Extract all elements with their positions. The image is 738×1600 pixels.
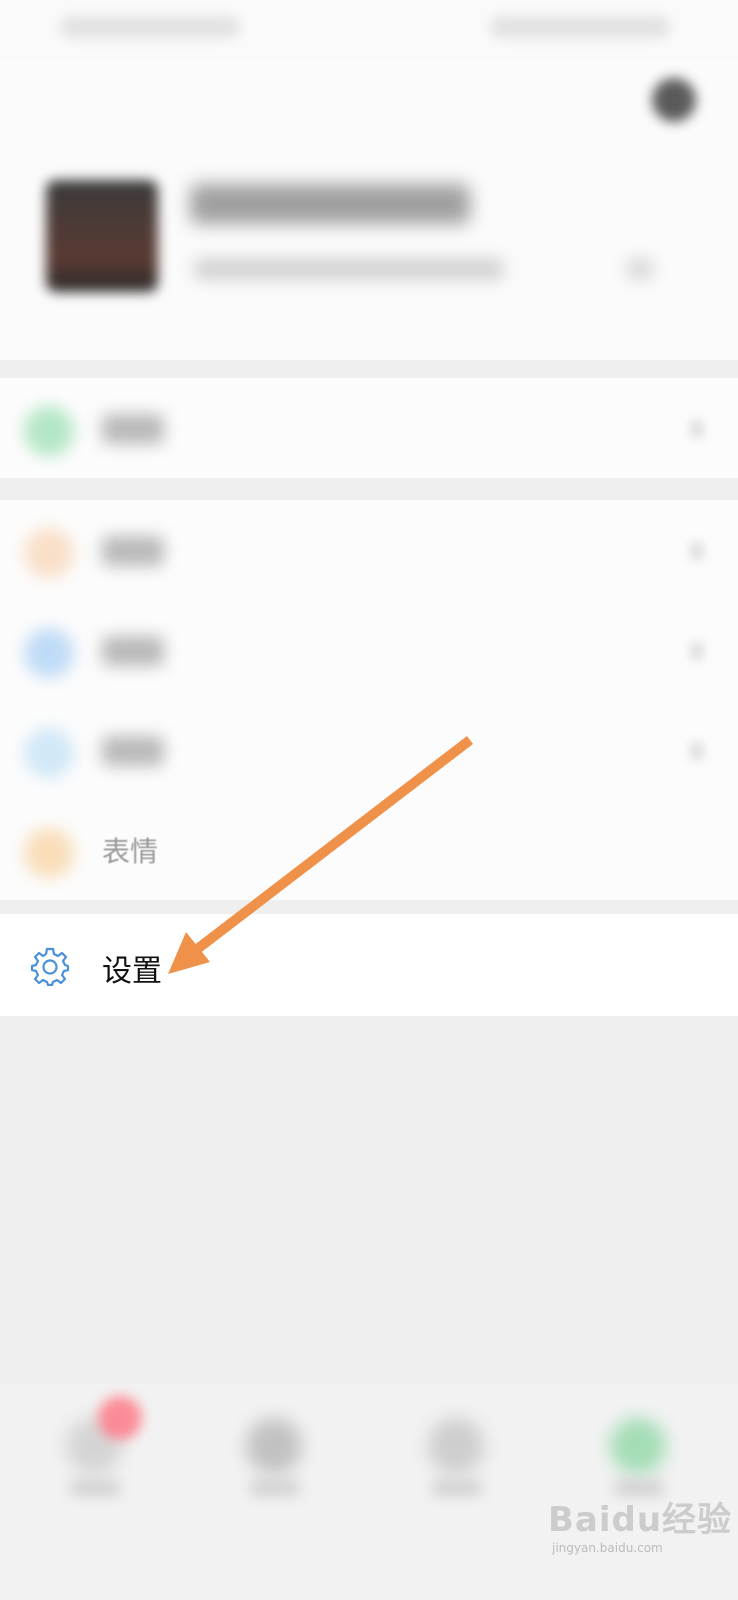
watermark-sub: jingyan.baidu.com — [552, 1541, 663, 1555]
menu-section-settings: 设置 — [0, 914, 738, 1016]
tab-label-blurred — [250, 1480, 300, 1496]
album-icon — [24, 628, 74, 678]
menu-section-features: 表情 — [0, 500, 738, 900]
emoji-icon — [24, 828, 74, 878]
menu-item-emoji[interactable]: 表情 — [0, 800, 738, 900]
chevron-right-icon — [626, 258, 654, 280]
status-right-blurred — [490, 16, 670, 38]
menu-item-label-blurred — [102, 636, 164, 666]
app-screen: 表情 设置 Baidu经验 jingyan.baidu.com — [0, 0, 738, 1600]
menu-item-pay[interactable] — [0, 378, 738, 478]
gear-icon — [30, 947, 70, 986]
tab-label-blurred — [70, 1480, 120, 1496]
tab-label-blurred — [432, 1480, 482, 1496]
chevron-right-icon — [690, 420, 704, 438]
menu-item-cards[interactable] — [0, 700, 738, 800]
menu-item-emoji-label: 表情 — [102, 835, 159, 868]
profile-id-blurred — [194, 258, 504, 280]
cards-icon — [24, 728, 74, 778]
profile-name-blurred[interactable] — [190, 184, 470, 224]
status-bar — [0, 0, 738, 60]
favorites-icon — [24, 528, 74, 578]
menu-item-label-blurred — [102, 414, 164, 444]
avatar[interactable] — [46, 180, 158, 292]
menu-item-settings-label: 设置 — [102, 954, 162, 989]
camera-icon[interactable] — [652, 78, 696, 122]
watermark-text: Baidu经验 — [548, 1500, 733, 1540]
status-left-blurred — [60, 16, 240, 38]
chevron-right-icon — [690, 742, 704, 760]
menu-section-pay — [0, 378, 738, 478]
tab-contacts[interactable] — [210, 1408, 340, 1528]
tab-discover[interactable] — [392, 1408, 522, 1528]
unread-badge — [98, 1396, 142, 1440]
pay-icon — [24, 406, 74, 456]
discover-icon — [428, 1418, 484, 1474]
me-icon — [610, 1418, 666, 1474]
chevron-right-icon — [690, 642, 704, 660]
menu-item-label-blurred — [102, 736, 164, 766]
menu-item-album[interactable] — [0, 600, 738, 700]
contacts-icon — [246, 1418, 302, 1474]
menu-item-favorites[interactable] — [0, 500, 738, 600]
chevron-right-icon — [690, 542, 704, 560]
menu-item-settings[interactable]: 设置 — [0, 914, 738, 1016]
watermark: Baidu经验 jingyan.baidu.com — [548, 1492, 732, 1555]
tab-chats[interactable] — [30, 1408, 160, 1528]
menu-item-label-blurred — [102, 536, 164, 566]
